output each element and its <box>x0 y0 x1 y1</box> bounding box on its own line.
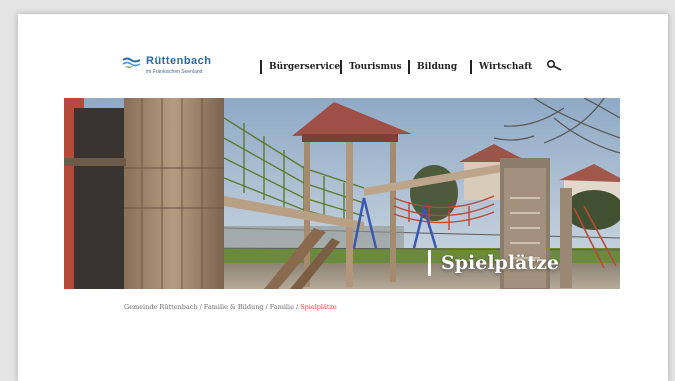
breadcrumb-separator: / <box>199 303 202 311</box>
breadcrumb-separator: / <box>295 303 299 311</box>
nav-item-buergerservice[interactable]: Bürgerservice <box>260 60 340 74</box>
nav-item-wirtschaft[interactable]: Wirtschaft <box>470 60 532 74</box>
breadcrumb: Gemeinde Rüttenbach / Familie & Bildung / Fa… <box>124 303 337 311</box>
breadcrumb-link-gemeinde[interactable]: Gemeinde Rüttenbach <box>124 303 198 311</box>
breadcrumb-current: Spielplätze <box>300 303 337 311</box>
hero-title: Spielplätze <box>428 250 559 276</box>
logo-wave-icon <box>122 57 141 68</box>
logo-tagline: im Fränkischen Seenland <box>146 69 203 75</box>
nav-item-bildung[interactable]: Bildung <box>408 60 457 74</box>
breadcrumb-separator: / <box>265 303 268 311</box>
breadcrumb-link-familie-bildung[interactable]: Familie & Bildung <box>204 303 264 311</box>
site-logo[interactable]: Rüttenbach im Fränkischen Seenland <box>122 54 227 80</box>
logo-name: Rüttenbach <box>146 55 212 67</box>
nav-item-tourismus[interactable]: Tourismus <box>340 60 402 74</box>
breadcrumb-link-familie[interactable]: Familie <box>270 303 294 311</box>
search-icon[interactable] <box>545 59 565 71</box>
